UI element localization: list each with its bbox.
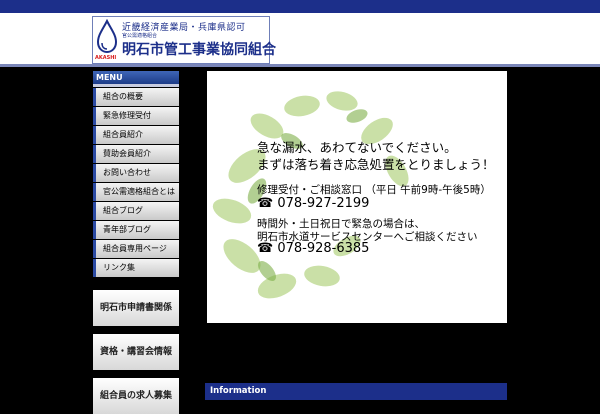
menu-divider xyxy=(93,84,179,87)
hero-phone-secondary[interactable]: ☎ 078-928-6385 xyxy=(257,241,369,256)
sidebar-item-supporting-members[interactable]: 賛助会員紹介 xyxy=(93,145,179,163)
logo-akashi-text: AKASHI xyxy=(95,55,117,61)
sidebar-item-emergency-repair[interactable]: 緊急修理受付 xyxy=(93,107,179,125)
water-drop-icon xyxy=(96,19,118,54)
sidebar-item-members-page[interactable]: 組合員専用ページ xyxy=(93,240,179,258)
banner-job-offers[interactable]: 組合員の求人募集 xyxy=(93,378,179,414)
sidebar-item-overview[interactable]: 組合の概要 xyxy=(93,88,179,106)
sidebar-item-youth-blog[interactable]: 青年部ブログ xyxy=(93,221,179,239)
hero-subheadline: まずは落ち着き応急処置をとりましょう！ xyxy=(257,157,495,172)
information-heading: Information xyxy=(205,383,507,400)
top-bar xyxy=(0,0,600,13)
header xyxy=(0,13,600,65)
menu-title: MENU xyxy=(93,71,179,84)
sidebar-menu: MENU 組合の概要 緊急修理受付 組合員紹介 賛助会員紹介 お問い合わせ 官公… xyxy=(93,71,179,277)
banner-qualification-info[interactable]: 資格・講習会情報 xyxy=(93,334,179,370)
sidebar-item-links[interactable]: リンク集 xyxy=(93,259,179,277)
hero-phone-primary[interactable]: ☎ 078-927-2199 xyxy=(257,196,369,211)
banner-application-forms[interactable]: 明石市申請書関係 xyxy=(93,290,179,326)
sidebar-item-association-blog[interactable]: 組合ブログ xyxy=(93,202,179,220)
header-divider xyxy=(0,64,600,67)
sidebar-item-qualified-association[interactable]: 官公需適格組合とは xyxy=(93,183,179,201)
hero-office-hours: 修理受付・ご相談窓口 （平日 午前9時-午後5時） xyxy=(257,184,491,196)
logo-subtitle: 官公需適格組合 xyxy=(122,33,158,39)
sidebar-item-members[interactable]: 組合員紹介 xyxy=(93,126,179,144)
hero-emergency-notice: 急な漏水、あわてないでください。 まずは落ち着き応急処置をとりましょう！ 修理受… xyxy=(207,71,507,323)
logo-title: 明石市管工事業協同組合 xyxy=(122,42,276,58)
site-logo[interactable]: AKASHI 近畿経済産業局・兵庫県認可 官公需適格組合 明石市管工事業協同組合 xyxy=(92,16,276,64)
sidebar-item-contact[interactable]: お問い合わせ xyxy=(93,164,179,182)
